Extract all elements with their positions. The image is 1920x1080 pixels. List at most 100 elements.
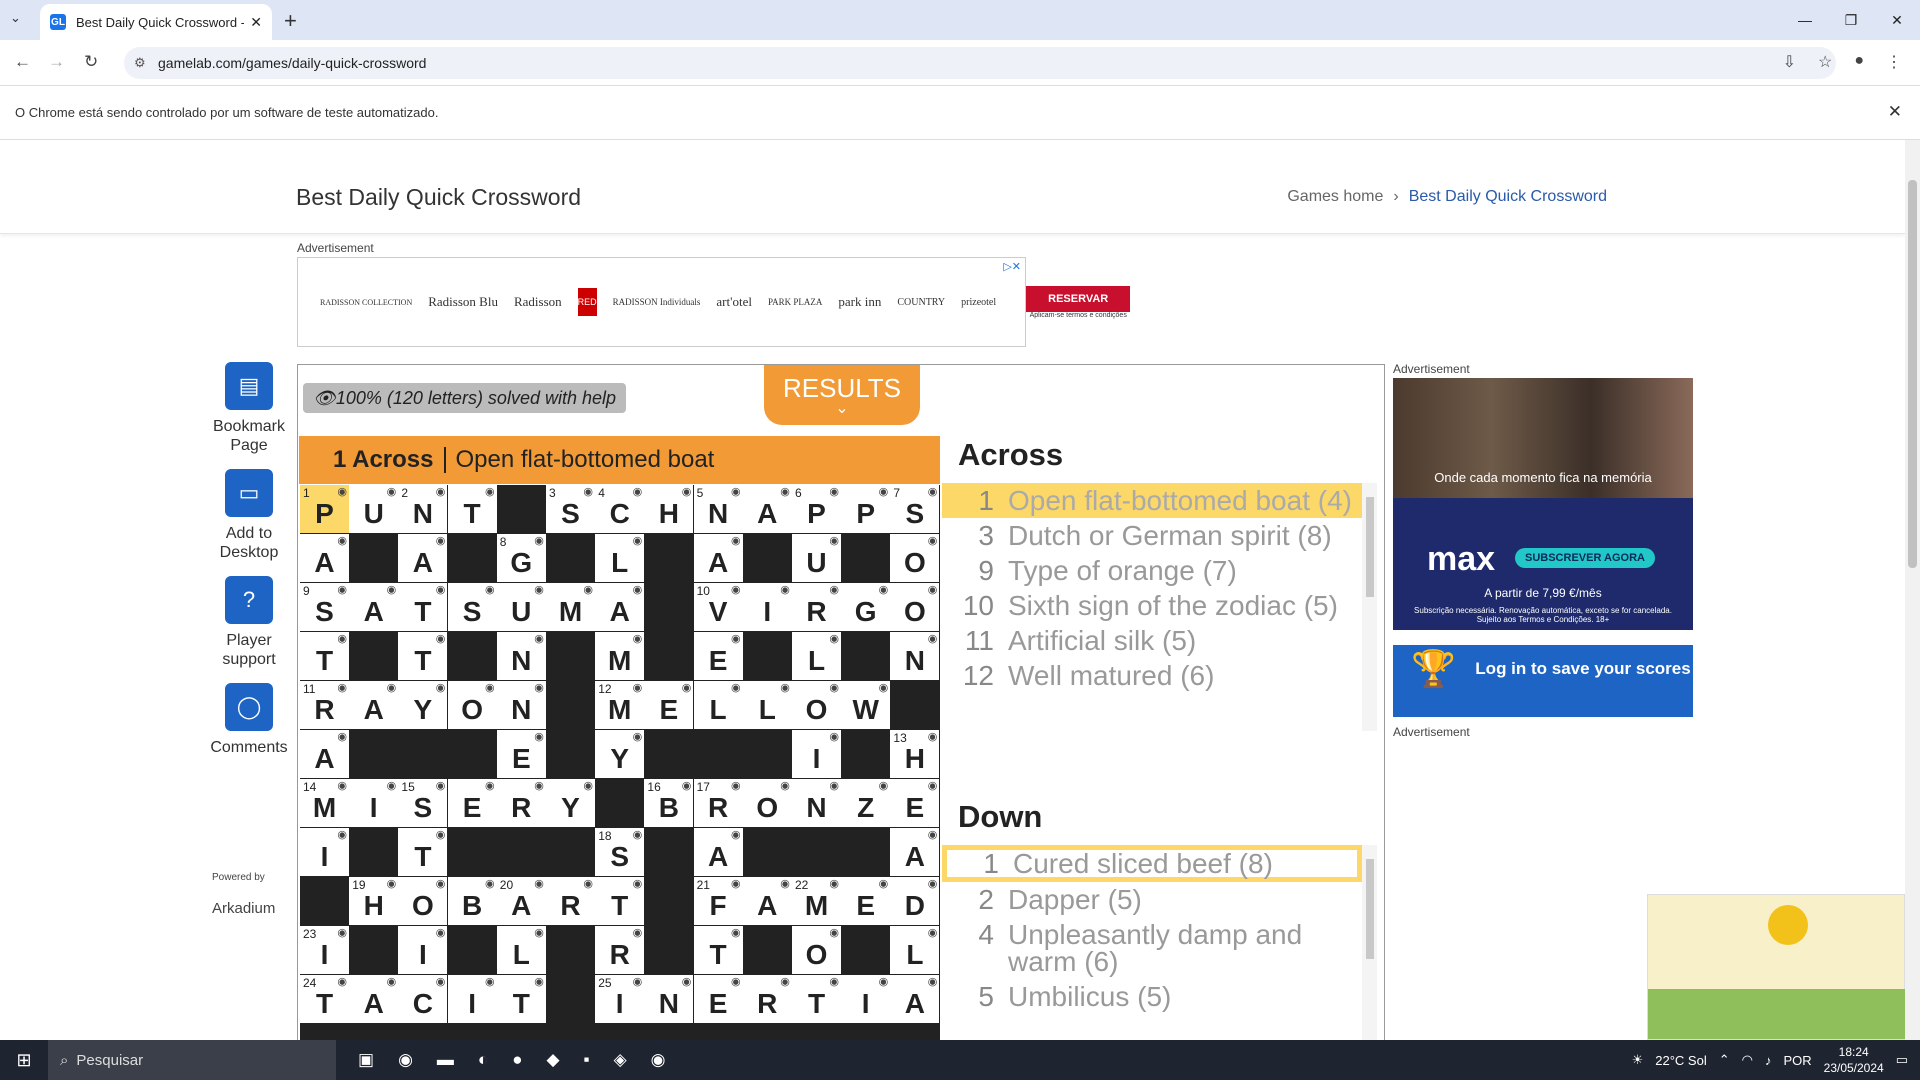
grid-cell[interactable]: ◉ Y [546,779,595,827]
grid-cell[interactable]: ◉ O [398,877,448,925]
grid-cell[interactable]: ◉ I [300,828,349,876]
grid-cell[interactable]: 16 ◉ B [644,779,694,827]
grid-cell[interactable]: 5 ◉ N [693,485,743,533]
login-save-scores-button[interactable]: 🏆 Log in to save your scores [1393,645,1693,717]
url-field[interactable]: ⚙ gamelab.com/games/daily-quick-crosswor… [124,47,1836,79]
browser-tab[interactable]: GL Best Daily Quick Crossword - Fr ✕ [40,4,272,40]
tab-search-icon[interactable]: ⌄ [10,10,21,26]
task-view-icon[interactable]: ▣ [358,1050,374,1070]
grid-cell[interactable]: ◉ A [349,681,399,729]
grid-cell[interactable]: ◉ A [398,534,448,582]
clue-item[interactable]: 10 Sixth sign of the zodiac (5) [942,588,1362,623]
notifications-icon[interactable]: ▭ [1896,1052,1908,1068]
file-explorer-icon[interactable]: ▬ [437,1050,454,1070]
clue-item[interactable]: 1 Open flat-bottomed boat (4) [942,483,1362,518]
clue-item[interactable]: 5 Umbilicus (5) [942,979,1362,1014]
clue-item[interactable]: 1 Cured sliced beef (8) [942,845,1362,882]
grid-cell[interactable]: ◉ R [742,975,792,1023]
grid-cell[interactable]: ◉ U [349,485,399,533]
corner-ad[interactable] [1647,894,1905,1040]
clue-item[interactable]: 12 Well matured (6) [942,658,1362,693]
clue-item[interactable]: 4 Unpleasantly damp and warm (6) [942,917,1362,979]
grid-cell[interactable]: 20 ◉ A [496,877,546,925]
clock[interactable]: 18:24 23/05/2024 [1824,1044,1884,1076]
grid-cell[interactable]: ◉ T [693,926,743,974]
chrome-icon[interactable]: ◉ [398,1050,413,1070]
grid-cell[interactable]: 14 ◉ M [300,779,349,827]
tray-chevron-icon[interactable]: ⌃ [1719,1052,1730,1068]
grid-cell[interactable]: ◉ A [890,828,940,876]
grid-cell[interactable]: 10 ◉ V [693,583,743,631]
grid-cell[interactable]: ◉ L [890,926,940,974]
spotify-icon[interactable]: ● [512,1050,522,1070]
grid-cell[interactable]: ◉ E [496,730,546,778]
add-to-desktop-button[interactable]: ▭ Add to Desktop [208,469,290,562]
grid-cell[interactable]: ◉ Y [398,681,448,729]
app-icon[interactable]: ◆ [546,1050,559,1070]
grid-cell[interactable]: 25 ◉ I [595,975,645,1023]
grid-cell[interactable]: ◉ N [644,975,694,1023]
grid-cell[interactable]: ◉ N [890,632,940,680]
grid-cell[interactable]: 6 ◉ P [792,485,841,533]
grid-cell[interactable]: ◉ G [841,583,891,631]
grid-cell[interactable]: ◉ A [890,975,940,1023]
grid-cell[interactable]: 13 ◉ H [890,730,940,778]
grid-cell[interactable]: ◉ D [890,877,940,925]
grid-cell[interactable]: ◉ U [792,534,841,582]
grid-cell[interactable]: ◉ L [742,681,792,729]
new-tab-button[interactable]: + [284,8,297,34]
grid-cell[interactable]: ◉ O [447,681,497,729]
windows-start-icon[interactable]: ⊞ [0,1040,48,1080]
grid-cell[interactable]: ◉ E [644,681,694,729]
grid-cell[interactable]: ◉ A [349,583,399,631]
grid-cell[interactable]: ◉ I [398,926,448,974]
grid-cell[interactable]: ◉ A [742,877,792,925]
network-icon[interactable]: ◠ [1742,1052,1753,1068]
grid-cell[interactable]: ◉ L [792,632,841,680]
grid-cell[interactable]: ◉ T [792,975,841,1023]
top-banner-ad[interactable]: RADISSON COLLECTION Radisson Blu Radisso… [297,257,1131,347]
clue-item[interactable]: 3 Dutch or German spirit (8) [942,518,1362,553]
language-indicator[interactable]: POR [1783,1053,1811,1068]
grid-cell[interactable]: 23 ◉ I [300,926,349,974]
grid-cell[interactable]: 4 ◉ C [595,485,645,533]
page-scrollbar[interactable] [1905,140,1920,1040]
grid-cell[interactable]: ◉ O [890,534,940,582]
grid-cell[interactable]: 19 ◉ H [349,877,399,925]
site-info-icon[interactable]: ⚙ [134,55,146,71]
discord-icon[interactable]: ◐ [478,1050,488,1070]
grid-cell[interactable]: ◉ A [742,485,792,533]
grid-cell[interactable]: ◉ T [595,877,645,925]
grid-cell[interactable]: ◉ O [890,583,940,631]
grid-cell[interactable]: ◉ L [693,681,743,729]
breadcrumb-home[interactable]: Games home [1287,188,1383,206]
menu-icon[interactable]: ⋮ [1886,52,1902,72]
grid-cell[interactable]: ◉ E [890,779,940,827]
grid-cell[interactable]: 17 ◉ R [693,779,743,827]
grid-cell[interactable]: ◉ R [595,926,645,974]
install-icon[interactable]: ⇩ [1783,52,1796,72]
results-button[interactable]: RESULTS ⌄ [764,365,920,425]
grid-cell[interactable]: 3 ◉ S [546,485,595,533]
grid-cell[interactable]: ◉ Y [595,730,645,778]
back-icon[interactable]: ← [14,52,31,72]
weather-icon[interactable]: ☀ [1632,1052,1644,1068]
grid-cell[interactable]: ◉ S [447,583,497,631]
reload-icon[interactable]: ↻ [84,52,98,72]
close-infobar-icon[interactable]: ✕ [1888,102,1902,122]
grid-cell[interactable]: 8 ◉ G [496,534,546,582]
player-support-button[interactable]: ? Player support [208,576,290,669]
forward-icon[interactable]: → [48,52,65,72]
grid-cell[interactable]: ◉ I [349,779,399,827]
grid-cell[interactable]: ◉ A [300,534,349,582]
grid-cell[interactable]: ◉ T [300,632,349,680]
grid-cell[interactable]: 12 ◉ M [595,681,645,729]
grid-cell[interactable]: ◉ A [300,730,349,778]
grid-cell[interactable]: ◉ O [792,926,841,974]
grid-cell[interactable]: ◉ R [496,779,546,827]
profile-icon[interactable]: ● [1854,52,1864,72]
grid-cell[interactable]: 22 ◉ M [792,877,841,925]
grid-cell[interactable]: 21 ◉ F [693,877,743,925]
clue-item[interactable]: 2 Dapper (5) [942,882,1362,917]
grid-cell[interactable]: ◉ H [644,485,694,533]
